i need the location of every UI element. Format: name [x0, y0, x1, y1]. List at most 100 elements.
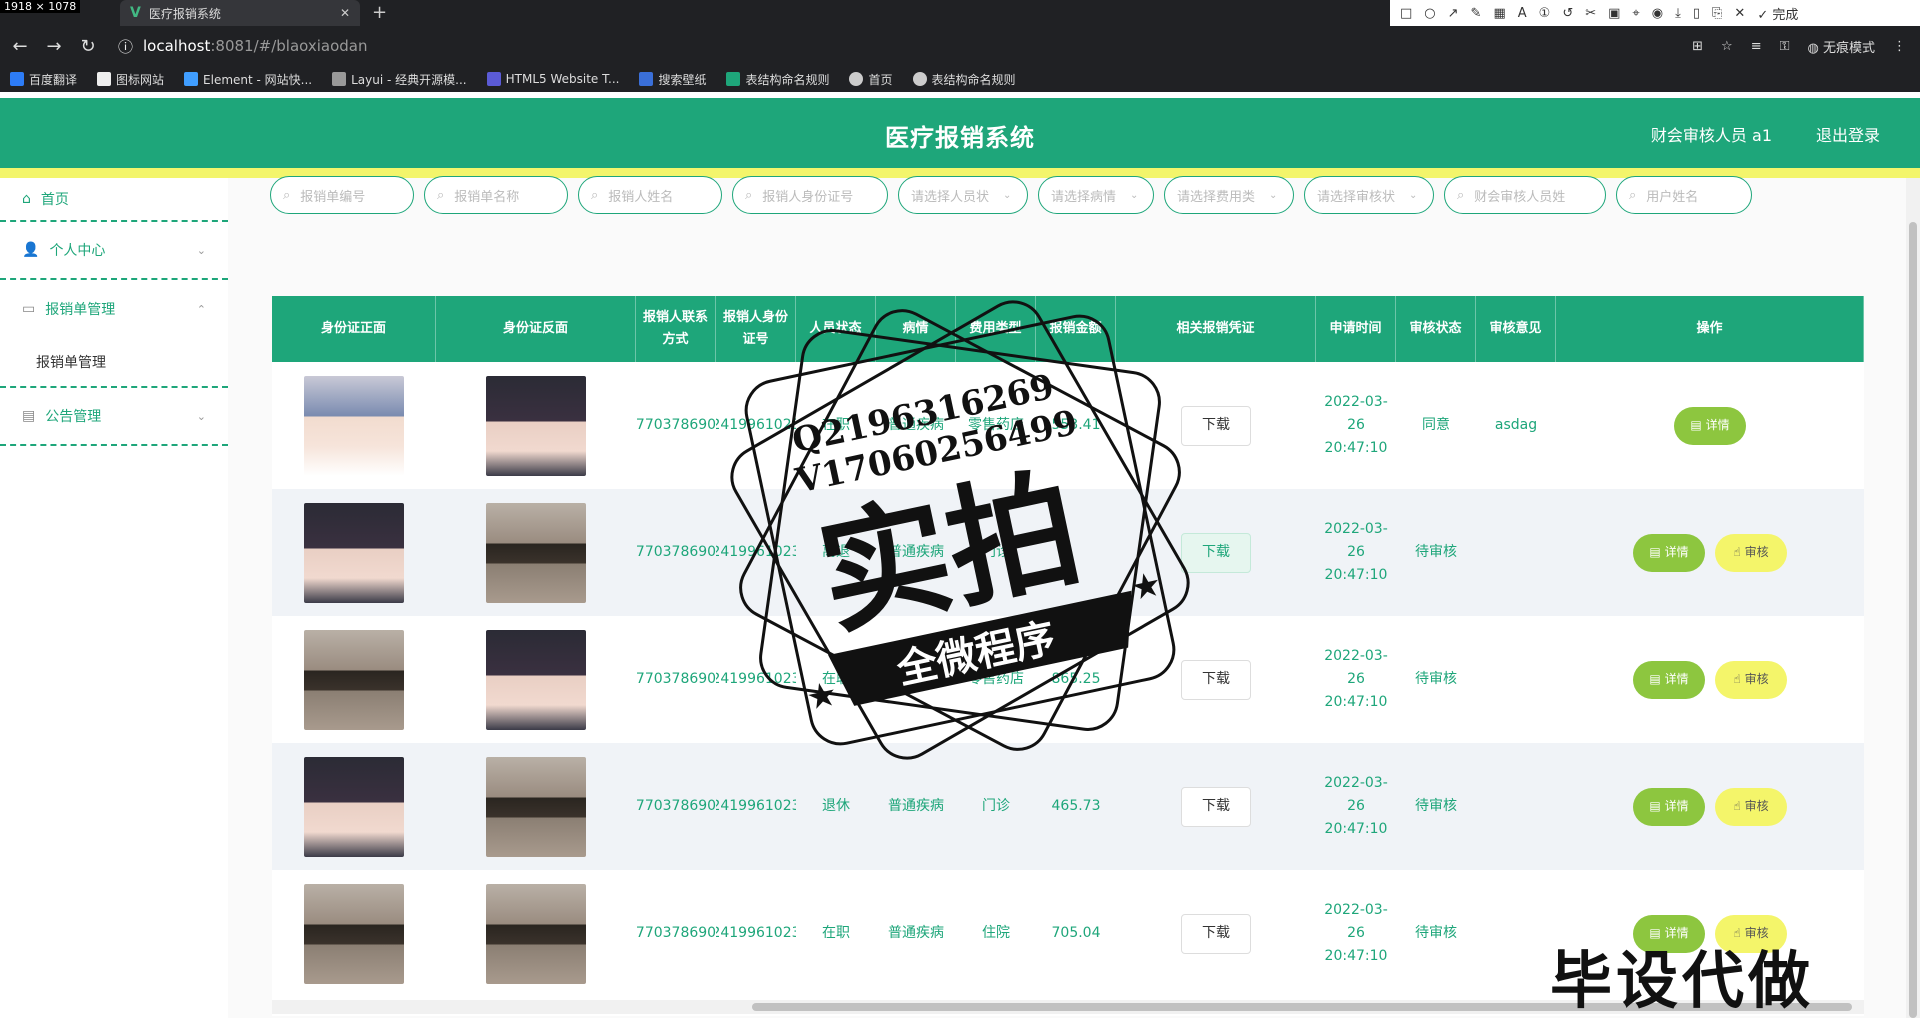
save-icon[interactable]: ⤓: [1675, 6, 1681, 21]
cell-audit-status: 待审核: [1415, 671, 1457, 687]
new-tab-icon[interactable]: +: [372, 2, 387, 23]
reading-list-icon[interactable]: ≡: [1751, 39, 1762, 54]
search-input-applicant-name[interactable]: ⌕ 报销人姓名: [578, 176, 722, 214]
detail-button[interactable]: ▤ 详情: [1633, 787, 1705, 826]
id-back-image[interactable]: [486, 375, 586, 476]
cell-id-number: 410224199610232001: [716, 925, 796, 941]
vertical-scroll-thumb[interactable]: [1909, 222, 1917, 1018]
id-back-image[interactable]: [486, 629, 586, 730]
sidebar-item-home[interactable]: ⌂ 首页: [0, 178, 228, 222]
circle-tool-icon[interactable]: ○: [1424, 6, 1435, 21]
wallpaper-bookmark-icon: [639, 72, 654, 86]
back-icon[interactable]: ←: [6, 36, 34, 57]
arrow-tool-icon[interactable]: ↗: [1448, 6, 1459, 21]
rectangle-tool-icon[interactable]: □: [1400, 6, 1412, 21]
audit-label: 审核: [1744, 799, 1769, 813]
translate-icon[interactable]: ▣: [1608, 6, 1620, 21]
col-id-back[interactable]: 身份证反面: [436, 296, 636, 362]
cut-icon[interactable]: ✂: [1585, 6, 1596, 21]
info-icon[interactable]: ⓘ: [118, 36, 133, 57]
search-icon: ⌕: [437, 187, 445, 203]
id-back-image[interactable]: [486, 756, 586, 857]
audit-button[interactable]: ☝ 审核: [1715, 787, 1787, 826]
sidebar-item-reimbursement[interactable]: ▭ 报销单管理 ⌃: [0, 280, 228, 338]
incognito-button[interactable]: ◍ 无痕模式: [1808, 37, 1876, 56]
detail-button[interactable]: ▤ 详情: [1674, 406, 1746, 445]
detail-button[interactable]: ▤ 详情: [1633, 533, 1705, 572]
browser-tabbar: 1918 × 1078 V 医疗报销系统 ✕ + □ ○ ↗ ✎ ▦ A ① ↺…: [0, 0, 1920, 26]
sidebar-item-personal-center[interactable]: 👤 个人中心 ⌄: [0, 222, 228, 280]
select-illness[interactable]: 请选择病情 ⌄: [1038, 176, 1154, 214]
bookmark-item[interactable]: 图标网站: [97, 71, 164, 88]
key-icon[interactable]: ⚿: [1780, 39, 1790, 54]
bookmark-item[interactable]: 表结构命名规则: [726, 71, 829, 88]
select-fee-type[interactable]: 请选择费用类 ⌄: [1164, 176, 1294, 214]
bookmark-item[interactable]: 百度翻译: [10, 71, 77, 88]
col-apply-time[interactable]: 申请时间: [1316, 296, 1396, 362]
menu-icon[interactable]: ⋮: [1893, 39, 1906, 54]
vertical-scrollbar[interactable]: [1906, 178, 1920, 1018]
user-icon: 👤: [22, 242, 40, 258]
logout-button[interactable]: 退出登录: [1816, 122, 1880, 146]
phone-icon[interactable]: ▯: [1693, 6, 1700, 21]
cell-apply-time: 2022-03-26 20:47:10: [1324, 775, 1388, 837]
pin-icon[interactable]: ⌖: [1632, 6, 1639, 21]
id-back-image[interactable]: [486, 502, 586, 603]
pen-tool-icon[interactable]: ✎: [1471, 6, 1482, 21]
search-input-id-number[interactable]: ⌕ 报销人身份证号: [732, 176, 888, 214]
detail-button[interactable]: ▤ 详情: [1633, 660, 1705, 699]
bookmark-item[interactable]: 搜索壁纸: [639, 71, 706, 88]
select-audit-status[interactable]: 请选择审核状 ⌄: [1304, 176, 1434, 214]
record-icon[interactable]: ◉: [1652, 6, 1663, 21]
translate-page-icon[interactable]: ⊞: [1692, 39, 1703, 54]
search-input-user-name[interactable]: ⌕ 用户姓名: [1616, 176, 1752, 214]
col-audit-status[interactable]: 审核状态: [1396, 296, 1476, 362]
bookmark-item[interactable]: HTML5 Website T...: [486, 72, 619, 86]
reload-icon[interactable]: ↻: [74, 36, 102, 57]
col-audit-opinion[interactable]: 审核意见: [1476, 296, 1556, 362]
star-icon[interactable]: ☆: [1721, 39, 1733, 54]
url-field[interactable]: ⓘ localhost:8081/#/blaoxiaodan: [118, 31, 1618, 61]
search-icon: ⌕: [745, 187, 753, 203]
search-input-auditor-name[interactable]: ⌕ 财会审核人员姓: [1444, 176, 1606, 214]
id-front-image[interactable]: [304, 756, 404, 857]
audit-button[interactable]: ☝ 审核: [1715, 533, 1787, 572]
search-placeholder: 报销人姓名: [608, 189, 674, 205]
bookmark-icon[interactable]: ⎘: [1712, 6, 1722, 21]
bookmark-item[interactable]: 首页: [849, 71, 893, 88]
audit-label: 审核: [1744, 672, 1769, 686]
sidebar-subitem-reimbursement-manage[interactable]: 报销单管理: [0, 338, 228, 388]
download-button[interactable]: 下载: [1181, 913, 1251, 954]
cell-apply-time: 2022-03-26 20:47:10: [1324, 648, 1388, 710]
search-input-bill-name[interactable]: ⌕ 报销单名称: [424, 176, 568, 214]
bookmark-item[interactable]: Element - 网站快...: [184, 71, 312, 88]
tab-close-icon[interactable]: ✕: [340, 6, 350, 20]
select-placeholder: 请选择费用类: [1177, 189, 1256, 205]
search-input-bill-no[interactable]: ⌕ 报销单编号: [270, 176, 414, 214]
search-icon: ⌕: [1457, 187, 1465, 203]
detail-label: 详情: [1664, 799, 1689, 813]
id-front-image[interactable]: [304, 883, 404, 984]
select-staff-status[interactable]: 请选择人员状 ⌄: [898, 176, 1028, 214]
id-back-image[interactable]: [486, 883, 586, 984]
undo-icon[interactable]: ↺: [1562, 6, 1573, 21]
mosaic-tool-icon[interactable]: ▦: [1493, 6, 1505, 21]
download-button[interactable]: 下载: [1181, 786, 1251, 827]
col-id-front[interactable]: 身份证正面: [272, 296, 436, 362]
sidebar-item-label: 报销单管理: [45, 302, 116, 318]
done-button[interactable]: ✓ 完成: [1757, 4, 1798, 23]
id-front-image[interactable]: [304, 629, 404, 730]
bookmark-item[interactable]: Layui - 经典开源模...: [332, 71, 467, 88]
forward-icon[interactable]: →: [40, 36, 68, 57]
text-tool-icon[interactable]: A: [1518, 6, 1527, 21]
id-front-image[interactable]: [304, 502, 404, 603]
bookmark-item[interactable]: 表结构命名规则: [912, 71, 1016, 88]
number-tool-icon[interactable]: ①: [1539, 6, 1551, 21]
col-phone[interactable]: 报销人联系方式: [636, 296, 716, 362]
id-front-image[interactable]: [304, 375, 404, 476]
cell-apply-time: 2022-03-26 20:47:10: [1324, 394, 1388, 456]
sidebar-item-announcement[interactable]: ▤ 公告管理 ⌄: [0, 388, 228, 446]
browser-tab[interactable]: V 医疗报销系统 ✕: [120, 0, 360, 26]
close-icon[interactable]: ✕: [1734, 6, 1745, 21]
audit-button[interactable]: ☝ 审核: [1715, 660, 1787, 699]
